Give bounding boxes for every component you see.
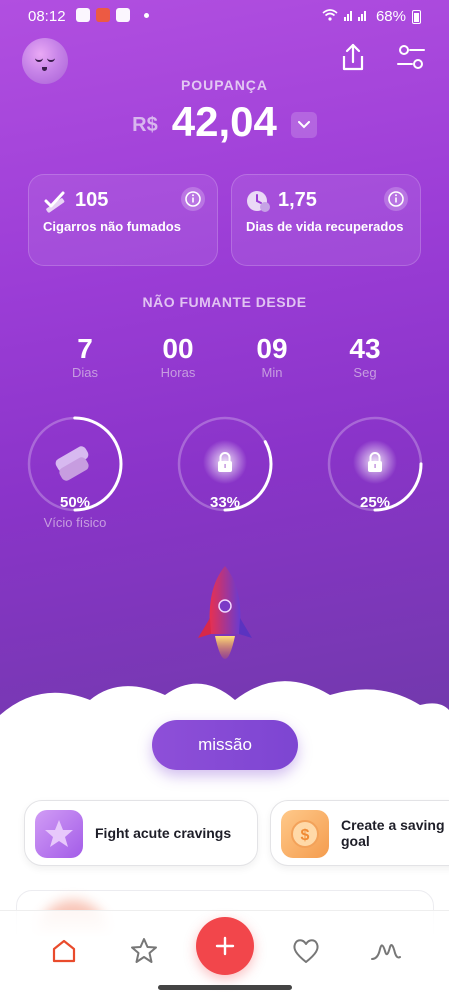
mission-button[interactable]: missão [152,720,298,770]
timer-value: 7 [77,333,93,364]
signal-icon [343,8,370,25]
savings-amount: 42,04 [171,98,277,145]
stat-value: 1,75 [278,189,317,211]
notification-icons [76,8,149,22]
timer-minutes: 09 Min [232,333,312,381]
timer-seconds: 43 Seg [325,333,405,381]
currency-dropdown[interactable] [290,112,317,138]
status-right: 68% [322,8,421,25]
status-bar: 08:12 68% [0,0,449,32]
timer-value: 00 [162,333,194,364]
timer-days: 7 Dias [45,333,125,381]
timer-hours: 00 Horas [138,333,218,381]
savings-label: POUPANÇA [180,77,269,93]
nav-home[interactable] [44,931,84,971]
avatar-mouth [42,67,47,71]
task-card-cravings[interactable]: Fight acute cravings [24,800,258,866]
wifi-icon [322,8,338,25]
svg-text:$: $ [301,827,310,844]
progress-caption: Vício físico [43,515,107,530]
battery-percent: 68% [375,8,406,25]
stat-card-life-days[interactable]: 1,75 Dias de vida recuperados [231,174,421,266]
home-indicator[interactable] [158,985,292,990]
more-notifications-dot [144,12,149,18]
progress-percent: 33% [209,494,241,511]
timer-label: Min [261,365,283,380]
clock-icon [246,189,270,213]
nav-health[interactable] [286,931,326,971]
task-title: Create a saving goal [341,817,445,849]
info-icon[interactable] [181,187,205,211]
status-time: 08:12 [28,8,66,25]
add-icon [215,936,235,956]
progress-percent: 50% [59,494,91,511]
progress-ring-locked-2[interactable]: 25% [325,414,425,514]
battery-icon [412,9,421,24]
coin-icon: $ [281,810,329,858]
timer-label: Dias [71,365,98,380]
heart-icon [293,939,319,963]
currency-symbol: R$ [132,113,158,136]
chevron-down-icon [297,121,310,129]
avatar-eye-left [35,58,43,62]
timer-label: Seg [353,365,377,380]
stat-label: Dias de vida recuperados [246,219,404,234]
tools-icon [116,8,130,22]
settings-button[interactable] [396,42,426,72]
savings-amount-row: R$ 42,04 [0,98,449,146]
app-notification-icon [96,8,110,22]
non-smoker-since-label: NÃO FUMANTE DESDE [142,294,307,310]
chart-icon [371,944,401,960]
timer-value: 43 [349,333,381,364]
star-icon [131,938,157,963]
home-icon [52,939,76,963]
hand-fist-icon [55,446,89,481]
sliders-icon [397,45,425,69]
cigarette-check-icon [43,189,67,213]
avatar-eye-right [47,58,55,62]
progress-ring-locked-1[interactable]: 33% [175,414,275,514]
timer-label: Horas [160,365,196,380]
nav-statistics[interactable] [366,931,406,971]
gallery-icon [76,8,90,22]
progress-percent: 25% [359,494,391,511]
share-button[interactable] [340,42,370,72]
nav-add-button[interactable] [196,917,254,975]
progress-ring-physical[interactable]: 50% [25,414,125,514]
stat-value: 105 [75,189,109,211]
task-title: Fight acute cravings [95,825,232,841]
star-icon [35,810,83,858]
stat-label: Cigarros não fumados [43,219,181,234]
stat-card-cigarettes[interactable]: 105 Cigarros não fumados [28,174,218,266]
hero-section: 08:12 68% POUPANÇA R$ 42,04 105 Cigarros… [0,0,449,760]
task-card-saving-goal[interactable]: $ Create a saving goal [270,800,449,866]
info-icon[interactable] [384,187,408,211]
timer-value: 09 [256,333,288,364]
share-icon [342,43,364,71]
nav-achievements[interactable] [124,931,164,971]
